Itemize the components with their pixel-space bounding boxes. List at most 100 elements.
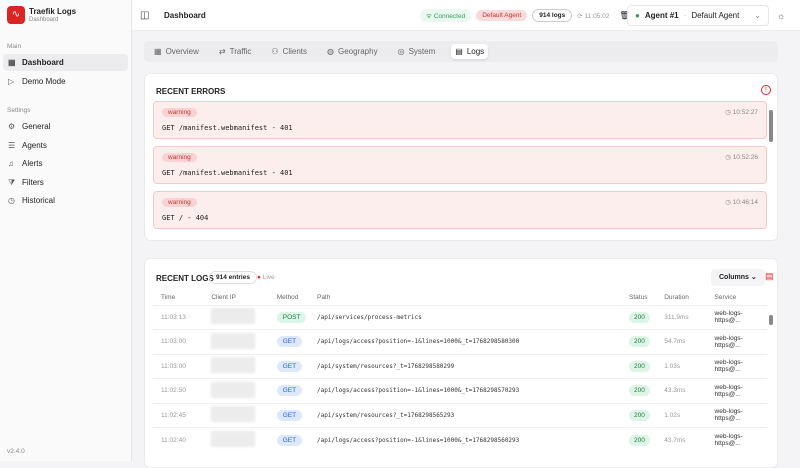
columns-label: Columns bbox=[719, 274, 749, 281]
sidebar-item-label: Agents bbox=[22, 140, 47, 150]
tab-traffic[interactable]: ⇄ Traffic bbox=[215, 44, 255, 59]
header: ◫ Dashboard ᯤ Connected Default Agent 91… bbox=[132, 0, 800, 31]
grid-icon: ▦ bbox=[8, 58, 16, 67]
sidebar-item-general[interactable]: ⚙ General bbox=[3, 118, 128, 135]
play-icon: ▷ bbox=[8, 76, 15, 86]
status-badge: 200 bbox=[629, 434, 650, 446]
tab-clients[interactable]: ⚇ Clients bbox=[267, 44, 311, 59]
tab-icon: ⚇ bbox=[271, 47, 279, 56]
status-cell: 200 bbox=[621, 329, 657, 354]
table-row[interactable]: 11:02:45 GET/api/system/resources?_t=1768… bbox=[153, 402, 767, 428]
sidebar-item-filters[interactable]: ⧩ Filters bbox=[3, 174, 128, 191]
refresh-time-text: 11:05:02 bbox=[584, 12, 610, 20]
time-cell: 11:03:00 bbox=[153, 329, 204, 354]
recent-logs-card: RECENT LOGS 914 entries ● Live Columns ⌄… bbox=[144, 258, 778, 468]
method-cell: GET bbox=[268, 378, 309, 403]
status-cell: 200 bbox=[621, 378, 657, 403]
level-badge: warning bbox=[162, 153, 197, 162]
tab-label: Overview bbox=[165, 47, 199, 56]
level-badge: warning bbox=[162, 108, 197, 117]
sidebar-item-label: Dashboard bbox=[22, 58, 64, 67]
method-badge: GET bbox=[276, 409, 303, 421]
column-header[interactable]: Status bbox=[621, 291, 656, 305]
filter-icon: ⧩ bbox=[8, 177, 16, 187]
tab-logs[interactable]: ▤ Logs bbox=[451, 44, 489, 59]
tab-overview[interactable]: ▦ Overview bbox=[150, 44, 203, 59]
sidebar-item-dashboard[interactable]: ▦ Dashboard bbox=[3, 54, 128, 71]
agent-value: Default Agent bbox=[691, 11, 740, 20]
table-row[interactable]: 11:03:13 POST/api/services/process-metric… bbox=[153, 304, 767, 330]
agent-select[interactable]: ● Agent #1 · Default Agent ⌄ bbox=[627, 5, 769, 26]
error-text: GET /manifest.webmanifest - 401 bbox=[162, 169, 293, 177]
column-header[interactable]: Duration bbox=[656, 291, 706, 305]
status-cell: 200 bbox=[621, 427, 657, 452]
path-cell: /api/logs/access?position=-1&lines=1000&… bbox=[308, 329, 622, 354]
table-row[interactable]: 11:03:00 GET/api/logs/access?position=-1&… bbox=[153, 329, 767, 354]
section-settings: Settings bbox=[7, 107, 31, 114]
logs-scrollbar[interactable] bbox=[769, 315, 773, 325]
error-time-text: 10:52:27 bbox=[732, 109, 758, 116]
connected-badge: ᯤ Connected bbox=[420, 9, 472, 22]
errors-scrollbar[interactable] bbox=[769, 110, 773, 142]
tab-geography[interactable]: ◍ Geography bbox=[323, 44, 382, 59]
live-indicator: ● Live bbox=[257, 274, 275, 281]
server-icon: ☰ bbox=[8, 140, 16, 150]
path-cell: /api/services/process-metrics bbox=[308, 304, 622, 330]
method-badge: GET bbox=[276, 360, 303, 372]
time-cell: 11:03:00 bbox=[153, 353, 204, 379]
recent-logs-title: RECENT LOGS bbox=[156, 274, 214, 283]
sidebar-item-label: Demo Mode bbox=[22, 76, 66, 86]
table-row[interactable]: 11:02:50 GET/api/logs/access?position=-1&… bbox=[153, 378, 767, 403]
bell-icon: ♫ bbox=[8, 159, 14, 168]
app-title: Traefik Logs bbox=[29, 7, 77, 16]
tab-icon: ▦ bbox=[154, 47, 162, 56]
column-header[interactable]: Method bbox=[269, 291, 309, 305]
table-row[interactable]: 11:02:40 GET/api/logs/access?position=-1&… bbox=[153, 427, 767, 452]
error-text: GET /manifest.webmanifest - 401 bbox=[162, 124, 293, 132]
column-header[interactable]: Time bbox=[153, 291, 203, 305]
sidebar-toggle-icon[interactable]: ◫ bbox=[140, 0, 149, 31]
columns-button[interactable]: Columns ⌄ bbox=[711, 269, 765, 286]
table-row[interactable]: 11:03:00 GET/api/system/resources?_t=1768… bbox=[153, 353, 767, 379]
error-item[interactable]: warning ◷ 10:52:27 GET /manifest.webmanife… bbox=[153, 101, 767, 139]
duration-cell: 1.02s bbox=[656, 402, 707, 428]
history-icon: ◷ bbox=[8, 196, 15, 205]
duration-cell: 54.7ms bbox=[656, 329, 707, 354]
column-header[interactable]: Path bbox=[309, 291, 621, 305]
service-cell: web-logs-https@... bbox=[706, 378, 767, 403]
logo-icon: ∿ bbox=[7, 6, 25, 24]
theme-toggle-icon[interactable]: ☼ bbox=[777, 0, 785, 31]
version: v2.4.0 bbox=[7, 448, 25, 455]
agent-badge: Default Agent bbox=[476, 10, 528, 21]
alert-icon: ! bbox=[761, 85, 771, 95]
service-cell: web-logs-https@... bbox=[706, 304, 767, 330]
time-cell: 11:02:45 bbox=[153, 402, 204, 428]
status-badge: 200 bbox=[629, 360, 650, 372]
app-subtitle: Dashboard bbox=[29, 17, 59, 23]
column-header[interactable]: Service bbox=[707, 291, 767, 305]
tab-bar: ▦ Overview ⇄ Traffic ⚇ Clients ◍ Geography ◎ Syst… bbox=[144, 41, 778, 62]
duration-cell: 1.03s bbox=[656, 353, 707, 379]
sidebar-item-agents[interactable]: ☰ Agents bbox=[3, 137, 128, 154]
service-cell: web-logs-https@... bbox=[706, 353, 767, 379]
time-cell: 11:03:13 bbox=[153, 304, 204, 330]
tab-system[interactable]: ◎ System bbox=[394, 44, 440, 59]
sidebar-item-demo-mode[interactable]: ▷ Demo Mode bbox=[3, 73, 128, 90]
export-pdf-icon[interactable]: ▤ bbox=[765, 271, 774, 282]
client-ip-cell bbox=[203, 378, 269, 403]
error-item[interactable]: warning ◷ 10:52:26 GET /manifest.webmanife… bbox=[153, 146, 767, 184]
recent-errors-card: RECENT ERRORS ! warning ◷ 10:52:27 GET /ma… bbox=[144, 73, 778, 241]
sidebar-item-alerts[interactable]: ♫ Alerts bbox=[3, 155, 128, 172]
level-badge: warning bbox=[162, 198, 197, 207]
sidebar-item-historical[interactable]: ◷ Historical bbox=[3, 192, 128, 209]
logs-table: Time Client IP Method Path Status Duration Ser… bbox=[153, 291, 767, 452]
method-badge: GET bbox=[276, 385, 303, 397]
error-item[interactable]: warning ◷ 10:46:14 GET / - 404 bbox=[153, 191, 767, 229]
tab-label: Logs bbox=[466, 47, 485, 56]
error-time-text: 10:52:26 bbox=[732, 154, 758, 161]
column-header[interactable]: Client IP bbox=[203, 291, 268, 305]
recent-errors-title: RECENT ERRORS bbox=[156, 87, 226, 96]
service-cell: web-logs-https@... bbox=[706, 329, 767, 354]
client-ip-cell bbox=[203, 427, 269, 452]
method-badge: GET bbox=[276, 336, 303, 348]
